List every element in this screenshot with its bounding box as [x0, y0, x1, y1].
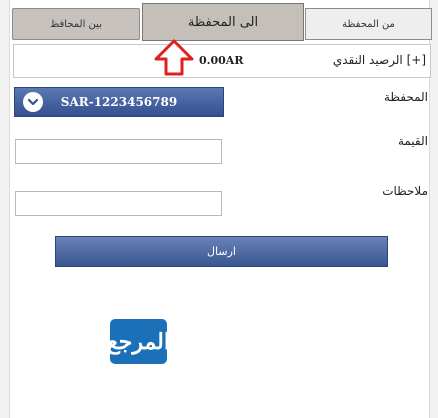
wallet-select-value: SAR-1223456789: [60, 95, 178, 109]
site-logo-text: المرجع: [107, 328, 170, 355]
send-button[interactable]: ارسال: [55, 236, 388, 267]
value-label: القيمة: [397, 134, 428, 148]
tab-from-wallet[interactable]: من المحفظة: [305, 8, 432, 40]
balance-label[interactable]: الرصيد النقدي [+]: [333, 53, 426, 67]
notes-label: ملاحظات: [382, 184, 428, 198]
tab-between-wallets[interactable]: بين المحافظ: [12, 8, 140, 40]
balance-value: 0.00AR: [199, 54, 244, 67]
site-logo: المرجع: [107, 319, 170, 364]
chevron-down-icon: [23, 92, 43, 112]
value-input[interactable]: [15, 139, 222, 164]
left-frame: [0, 0, 10, 418]
wallet-label: المحفظة: [383, 90, 428, 104]
up-arrow-icon: [154, 39, 194, 76]
tab-from-wallet-label: من المحفظة: [342, 18, 395, 30]
send-button-label: ارسال: [207, 245, 236, 258]
tab-between-wallets-label: بين المحافظ: [50, 18, 102, 30]
tab-to-wallet-label: الى المحفظة: [187, 14, 259, 30]
wallet-select[interactable]: SAR-1223456789: [14, 87, 224, 117]
tab-to-wallet[interactable]: الى المحفظة: [142, 3, 304, 41]
notes-input[interactable]: [15, 191, 222, 216]
